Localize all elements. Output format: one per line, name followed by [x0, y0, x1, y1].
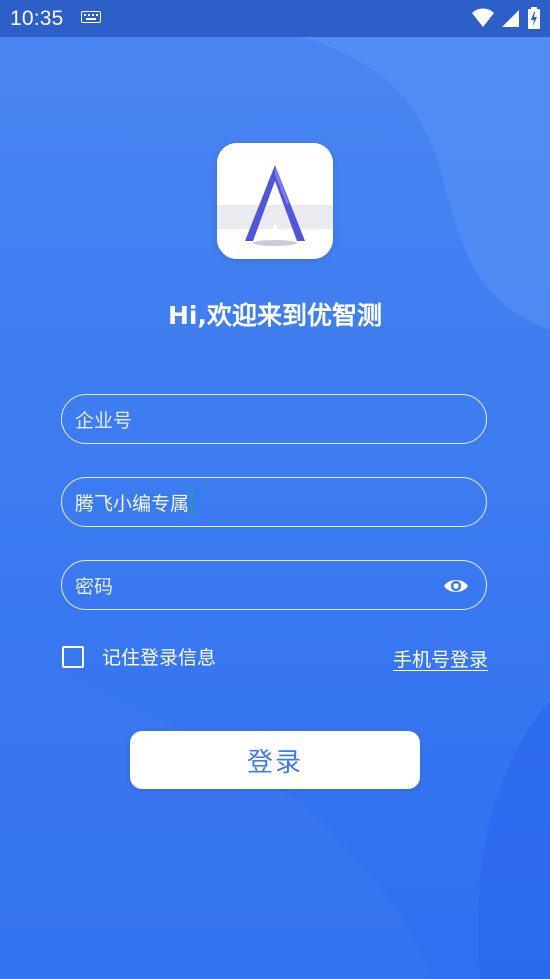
battery-icon	[528, 7, 540, 29]
username-value: 腾飞小编专属	[75, 492, 190, 515]
welcome-title: Hi,欢迎来到优智测	[168, 301, 382, 330]
status-bar: 10:35	[0, 0, 550, 37]
remember-checkbox[interactable]	[62, 645, 84, 668]
company-id-placeholder: 企业号	[75, 409, 133, 432]
remember-label: 记住登录信息	[102, 647, 217, 669]
wifi-icon	[472, 8, 494, 27]
company-id-field[interactable]: 企业号	[61, 394, 487, 444]
login-button[interactable]: 登录	[130, 731, 420, 789]
text-caret	[191, 489, 194, 515]
password-placeholder: 密码	[75, 575, 114, 598]
remember-login[interactable]: 记住登录信息	[62, 643, 216, 670]
app-logo	[217, 143, 333, 259]
phone-login-link[interactable]: 手机号登录	[393, 645, 488, 672]
status-time: 10:35	[10, 7, 64, 30]
logo-letter-a-icon	[217, 143, 333, 259]
username-field[interactable]: 腾飞小编专属	[61, 477, 487, 527]
password-field[interactable]: 密码	[61, 560, 487, 610]
eye-icon[interactable]	[442, 573, 470, 599]
keyboard-icon	[81, 11, 101, 23]
status-icons	[472, 7, 540, 29]
signal-icon	[502, 10, 519, 27]
